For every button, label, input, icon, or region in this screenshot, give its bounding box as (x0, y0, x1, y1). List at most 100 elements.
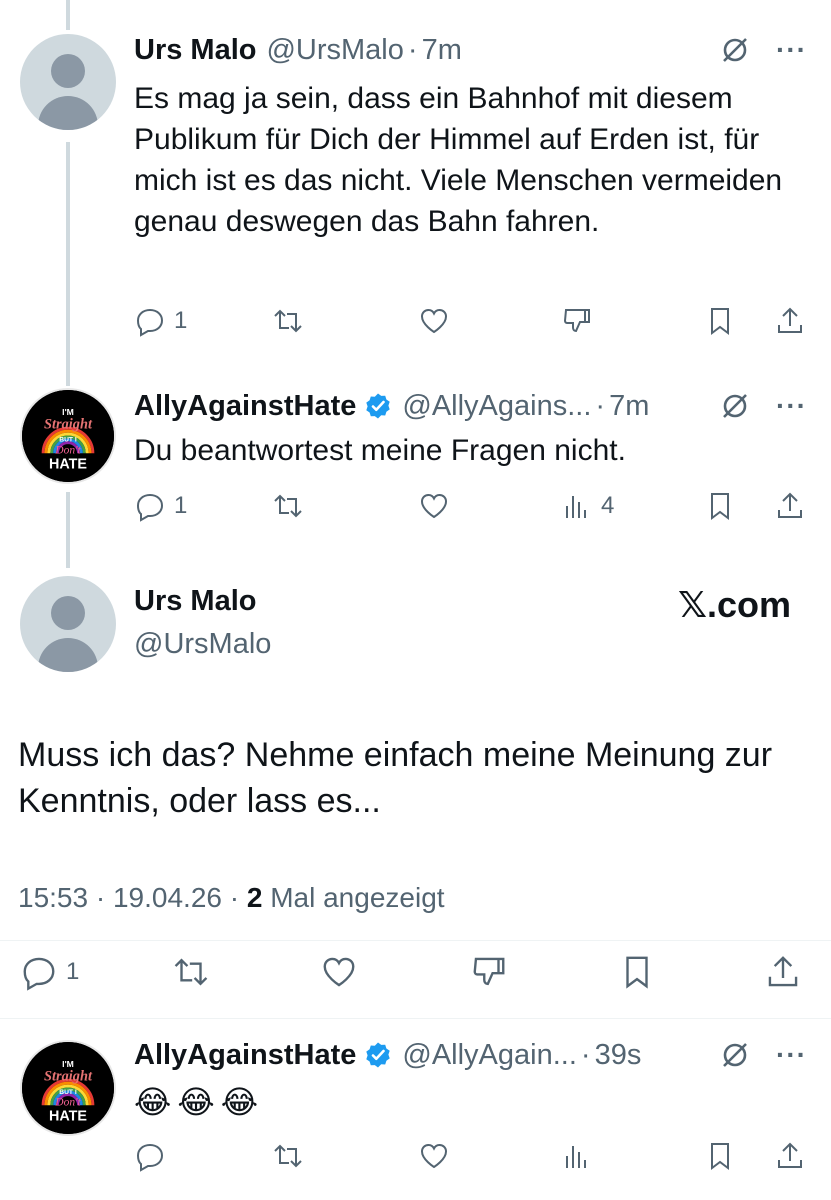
share-icon (768, 956, 798, 987)
share-button[interactable] (774, 301, 806, 341)
timestamp[interactable]: 39s (595, 1039, 642, 1072)
share-button[interactable] (774, 1136, 806, 1176)
grok-icon[interactable] (720, 1040, 750, 1070)
author-name[interactable]: Urs Malo (134, 34, 256, 67)
thread-line-1 (66, 142, 70, 386)
share-icon (778, 307, 802, 333)
thread-line-top (66, 0, 70, 30)
bookmark-button[interactable] (704, 486, 736, 526)
tweet-meta: 15:53 · 19.04.26 · 2 Mal angezeigt (18, 882, 445, 913)
divider (0, 940, 831, 941)
tweet-text: 😂😂😂 (134, 1084, 265, 1120)
author-name[interactable]: AllyAgainstHate (134, 390, 356, 423)
reply-button[interactable]: 1 (20, 952, 79, 992)
grok-icon[interactable] (720, 35, 750, 65)
avatar-head (51, 596, 85, 630)
view-count: 2 (246, 882, 263, 913)
author-name[interactable]: Urs Malo (134, 585, 256, 618)
tweet-actions (134, 1136, 814, 1176)
more-icon[interactable]: ··· (776, 1039, 807, 1071)
tweet-actions: 1 (18, 952, 808, 992)
separator: · (580, 1038, 591, 1071)
reply-button[interactable] (134, 1136, 166, 1176)
dislike-button[interactable] (470, 952, 508, 992)
thread-line-2 (66, 492, 70, 568)
svg-text:Don't: Don't (54, 444, 81, 456)
avatar-body (38, 96, 98, 130)
like-button[interactable] (418, 1136, 450, 1176)
bookmark-button[interactable] (618, 952, 656, 992)
reply-count: 1 (174, 492, 188, 519)
reply-icon (136, 1143, 164, 1172)
svg-text:Straight: Straight (44, 416, 93, 432)
avatar[interactable] (20, 576, 116, 672)
like-icon (420, 493, 448, 519)
like-icon (420, 1143, 448, 1169)
retweet-button[interactable] (172, 952, 210, 992)
avatar[interactable] (20, 34, 116, 130)
avatar[interactable]: I'M Straight BUT I Don't HATE (20, 388, 116, 484)
timestamp[interactable]: 7m (422, 34, 462, 67)
verified-icon (366, 393, 391, 419)
date[interactable]: 19.04.26 (113, 882, 222, 913)
tweet-actions: 1 4 (134, 486, 814, 526)
like-button[interactable] (418, 486, 450, 526)
author-handle[interactable]: @AllyAgains... (402, 390, 591, 423)
more-icon[interactable]: ··· (776, 34, 807, 66)
svg-text:HATE: HATE (49, 457, 87, 473)
bookmark-button[interactable] (704, 301, 736, 341)
like-button[interactable] (418, 301, 450, 341)
bookmark-icon (626, 956, 648, 989)
retweet-button[interactable] (272, 1136, 304, 1176)
separator: · (595, 389, 606, 422)
tweet-text: Es mag ja sein, dass ein Bahnhof mit die… (134, 82, 783, 238)
dislike-icon (563, 309, 590, 333)
author-handle[interactable]: @AllyAgain... (402, 1039, 577, 1072)
svg-text:BUT I: BUT I (59, 1089, 77, 1096)
bookmark-button[interactable] (704, 1136, 736, 1176)
avatar-head (51, 54, 85, 88)
reply-count: 1 (66, 958, 80, 985)
reply-button[interactable]: 1 (134, 301, 187, 341)
share-icon (778, 492, 802, 518)
divider (0, 1018, 831, 1019)
dislike-button[interactable] (561, 301, 593, 341)
reply-count: 1 (174, 307, 188, 334)
retweet-icon (174, 958, 208, 986)
tweet-header: AllyAgainstHate @AllyAgains... · 7m ··· (134, 386, 807, 426)
retweet-button[interactable] (272, 301, 304, 341)
timestamp[interactable]: 15:53 (18, 882, 88, 913)
bookmark-icon (711, 493, 729, 520)
tweet-header: AllyAgainstHate @AllyAgain... · 39s ··· (134, 1035, 807, 1075)
bookmark-icon (711, 1143, 729, 1170)
timestamp[interactable]: 7m (609, 390, 649, 423)
grok-icon[interactable] (720, 391, 750, 421)
views-button[interactable] (561, 1136, 593, 1176)
views-label: Mal angezeigt (262, 882, 445, 913)
avatar-body (38, 638, 98, 672)
reply-icon (23, 957, 55, 991)
retweet-icon (274, 309, 302, 333)
like-icon (323, 957, 355, 987)
verified-icon (366, 1042, 391, 1068)
reply-icon (136, 308, 164, 337)
author-handle[interactable]: @UrsMalo (134, 628, 271, 661)
reply-button[interactable]: 1 (134, 486, 187, 526)
svg-text:Don't: Don't (54, 1096, 81, 1108)
like-button[interactable] (320, 952, 358, 992)
view-count: 4 (601, 492, 615, 519)
more-icon[interactable]: ··· (776, 390, 807, 422)
share-button[interactable] (764, 952, 802, 992)
views-icon (566, 496, 586, 518)
views-icon (566, 1146, 586, 1168)
author-handle[interactable]: @UrsMalo (266, 34, 403, 67)
tweet-text: Muss ich das? Nehme einfach meine Meinun… (18, 736, 773, 820)
retweet-button[interactable] (272, 486, 304, 526)
separator: · (407, 33, 418, 66)
avatar[interactable]: I'M Straight BUT I Don't HATE (20, 1040, 116, 1136)
tweet-header: Urs Malo @UrsMalo · 7m ··· (134, 30, 807, 70)
share-button[interactable] (774, 486, 806, 526)
views-button[interactable]: 4 (561, 486, 614, 526)
svg-text:HATE: HATE (49, 1109, 87, 1125)
author-name[interactable]: AllyAgainstHate (134, 1039, 356, 1072)
